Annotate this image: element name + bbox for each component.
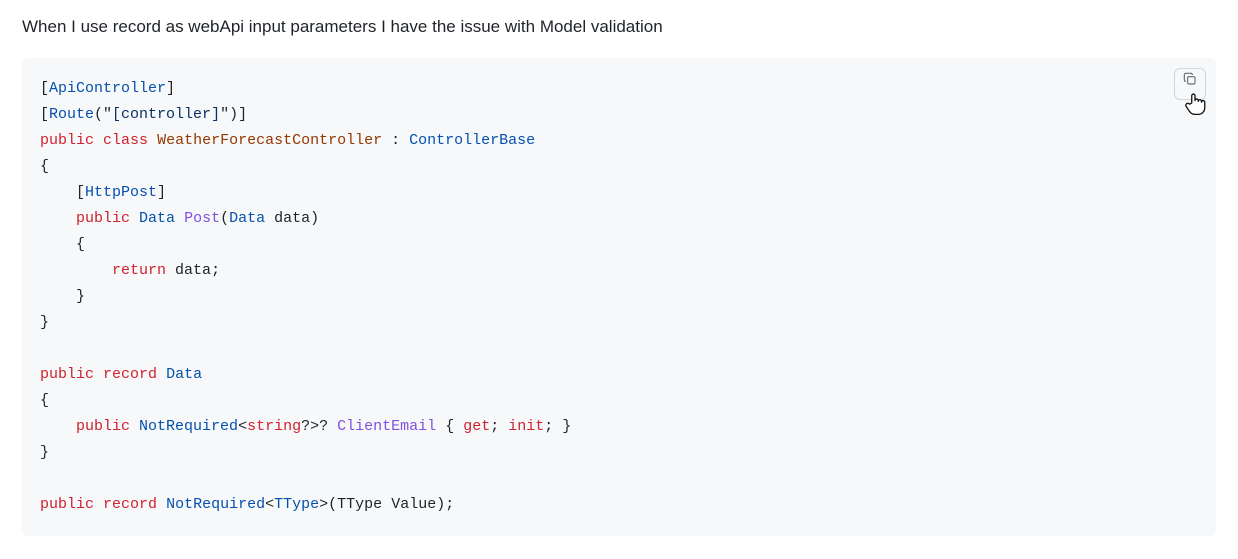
- code-content: [ApiController] [Route("[controller]")] …: [40, 76, 1198, 518]
- code-block: [ApiController] [Route("[controller]")] …: [22, 58, 1216, 536]
- copy-icon: [1182, 71, 1198, 97]
- copy-button[interactable]: [1174, 68, 1206, 100]
- intro-text: When I use record as webApi input parame…: [22, 14, 1216, 40]
